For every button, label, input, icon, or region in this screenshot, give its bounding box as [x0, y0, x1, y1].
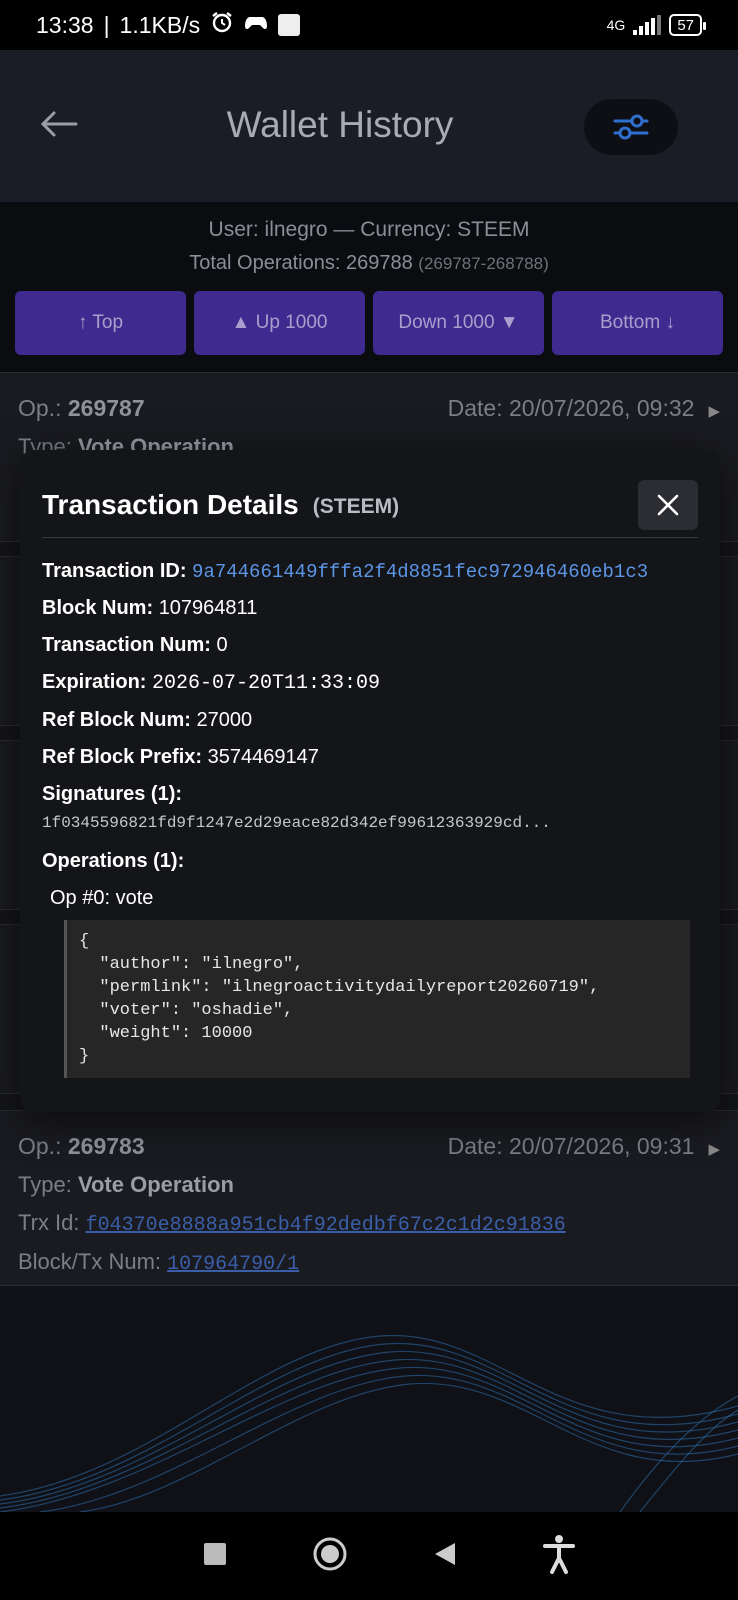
operations-label: Operations (1):	[42, 850, 185, 872]
status-time: 13:38	[36, 11, 94, 38]
transaction-details-modal: Transaction Details (STEEM) Transaction …	[20, 450, 720, 1112]
accessibility-icon[interactable]	[542, 1534, 576, 1579]
notification-square-icon	[278, 14, 301, 36]
transaction-id-link[interactable]: 9a744661449fffa2f4d8851fec972946460eb1c3	[192, 561, 648, 583]
trx-id-link[interactable]: f04370e8888a951cb4f92dedbf67c2c1d2c91836	[86, 1214, 566, 1237]
wallet-info: User: ilnegro — Currency: STEEM Total Op…	[0, 202, 738, 275]
modal-body: Transaction ID: 9a744661449fffa2f4d8851f…	[42, 538, 698, 1078]
system-navigation-bar	[0, 1512, 738, 1600]
top-button[interactable]: ↑ Top	[15, 291, 186, 355]
sliders-icon	[613, 114, 649, 140]
down-1000-button[interactable]: Down 1000 ▼	[373, 291, 544, 355]
operation-0-json: { "author": "ilnegro", "permlink": "ilne…	[64, 920, 690, 1078]
battery-icon: 57	[669, 14, 706, 36]
block-num-row: Block Num: 107964811	[42, 597, 258, 619]
signatures-label: Signatures (1):	[42, 783, 183, 805]
expand-arrow-icon[interactable]: ▶	[708, 1141, 720, 1158]
block-num-link[interactable]: 107964790/1	[167, 1253, 299, 1276]
close-icon	[657, 494, 679, 515]
app-header: Wallet History	[0, 50, 738, 202]
game-controller-icon	[244, 12, 268, 39]
expand-arrow-icon[interactable]: ▶	[708, 403, 720, 420]
close-button[interactable]	[638, 479, 698, 530]
page-title: Wallet History	[226, 104, 454, 145]
user-currency-line: User: ilnegro — Currency: STEEM	[208, 218, 530, 241]
modal-title: Transaction Details	[42, 488, 299, 520]
list-item[interactable]: Op.: 269783 Date: 20/07/2026, 09:31 ▶ Typ…	[0, 1110, 738, 1286]
transaction-num-row: Transaction Num: 0	[42, 634, 228, 656]
operations-range: (269787-268788)	[418, 254, 549, 273]
status-bar: 13:38 | 1.1KB/s 4G 57	[0, 0, 738, 50]
bottom-button[interactable]: Bottom ↓	[552, 291, 723, 355]
modal-header: Transaction Details (STEEM)	[42, 450, 698, 538]
home-circle-icon[interactable]	[312, 1536, 348, 1577]
total-operations-line: Total Operations: 269788 (269787-268788)	[189, 252, 549, 274]
pagination-buttons: ↑ Top ▲ Up 1000 Down 1000 ▼ Bottom ↓	[15, 291, 723, 355]
signature-value: 1f0345596821fd9f1247e2d29eace82d342ef996…	[42, 814, 551, 832]
network-type: 4G	[606, 17, 626, 33]
ref-block-num-row: Ref Block Num: 27000	[42, 709, 253, 731]
modal-currency: (STEEM)	[312, 494, 400, 518]
filter-button[interactable]	[584, 99, 678, 155]
operation-0-label: Op #0: vote	[50, 887, 154, 909]
transaction-id-row: Transaction ID: 9a744661449fffa2f4d8851f…	[42, 560, 649, 583]
decorative-waves	[0, 1286, 738, 1512]
back-triangle-icon[interactable]	[433, 1541, 457, 1572]
up-1000-button[interactable]: ▲ Up 1000	[194, 291, 365, 355]
signal-icon	[633, 15, 662, 35]
recents-square-icon[interactable]	[203, 1542, 227, 1571]
alarm-icon	[210, 10, 234, 40]
expiration-row: Expiration: 2026-07-20T11:33:09	[42, 671, 381, 695]
ref-block-prefix-row: Ref Block Prefix: 3574469147	[42, 746, 319, 768]
status-speed: 1.1KB/s	[119, 11, 201, 38]
